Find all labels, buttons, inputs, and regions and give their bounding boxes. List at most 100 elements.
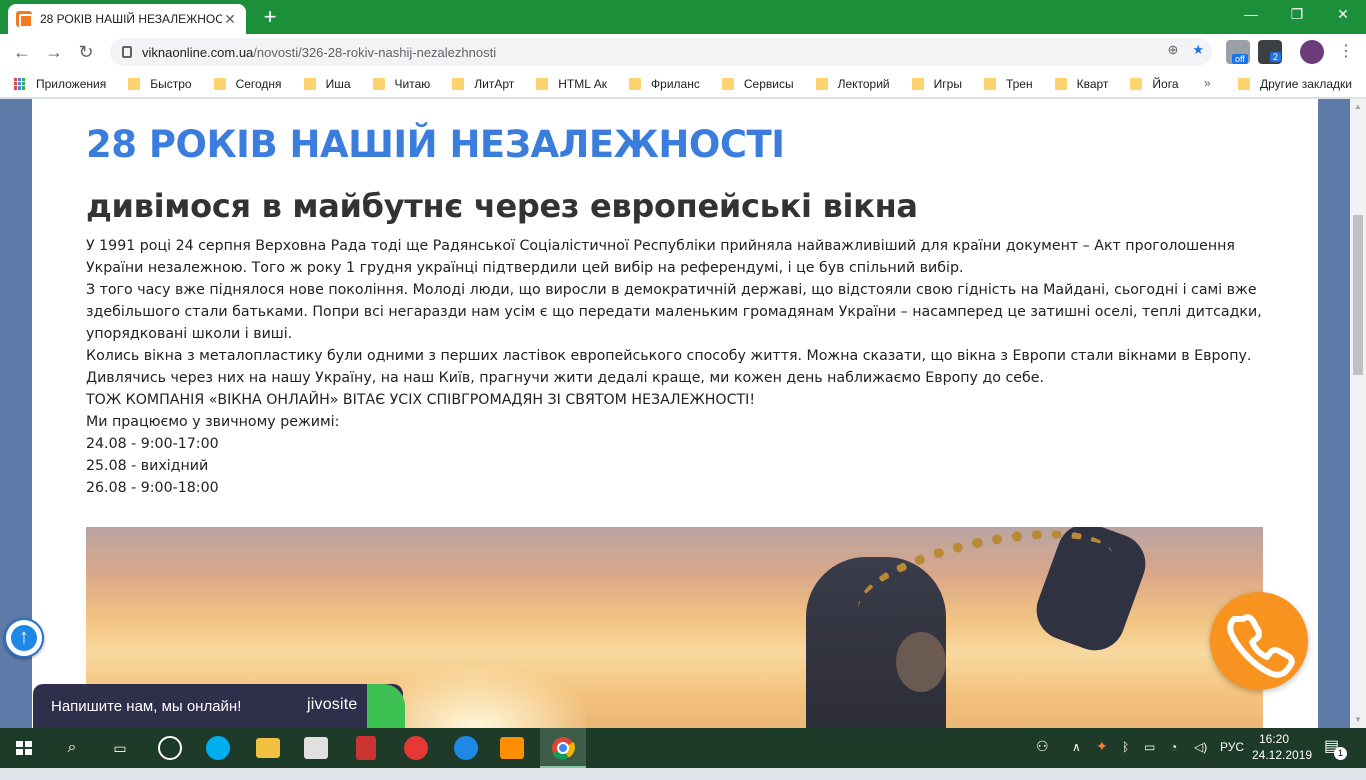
- article-paragraph: Ми працюємо у звичному режимі:: [86, 414, 340, 430]
- bookmark-folder[interactable]: Йога: [1130, 76, 1179, 91]
- browser-tab-strip: 28 РОКІВ НАШІЙ НЕЗАЛЕЖНОС ✕ + — ❐ ✕: [0, 0, 1366, 34]
- clock-time: 16:20: [1258, 732, 1290, 746]
- forward-button[interactable]: →: [40, 38, 68, 66]
- bookmark-label: Сегодня: [235, 76, 282, 91]
- bookmark-star-icon[interactable]: ★: [1192, 42, 1204, 58]
- edge-browser-icon[interactable]: [454, 736, 478, 760]
- bookmarks-bar: Приложения Быстро Сегодня Иша Читаю ЛитА…: [0, 70, 1366, 98]
- bookmark-folder[interactable]: Лекторий: [815, 76, 890, 91]
- bookmark-apps[interactable]: Приложения: [14, 77, 106, 91]
- bookmark-label: Читаю: [394, 76, 431, 91]
- scrollbar-thumb[interactable]: [1353, 215, 1363, 375]
- show-hidden-icons-chevron-icon[interactable]: ∧: [1072, 740, 1081, 780]
- folder-icon: [1130, 77, 1143, 90]
- folder-icon: [721, 77, 734, 90]
- bookmark-folder[interactable]: Кварт: [1054, 77, 1108, 91]
- bookmark-folder[interactable]: Фриланс: [629, 77, 700, 91]
- extension-off-badge: off: [1232, 54, 1248, 64]
- bookmark-label: Йога: [1152, 76, 1179, 91]
- bookmark-folder[interactable]: Сервисы: [721, 76, 794, 91]
- scroll-to-top-button[interactable]: ↑: [4, 618, 44, 658]
- windows-start-icon[interactable]: [10, 734, 38, 762]
- task-view-icon[interactable]: ▭: [106, 734, 134, 762]
- minimize-window-button[interactable]: —: [1228, 0, 1274, 30]
- bookmark-folder[interactable]: Быстро: [128, 77, 192, 91]
- article-title: 28 РОКІВ НАШІЙ НЕЗАЛЕЖНОСТІ: [86, 123, 785, 166]
- page-viewport: 28 РОКІВ НАШІЙ НЕЗАЛЕЖНОСТІ дивімося в м…: [0, 99, 1350, 728]
- file-explorer-icon[interactable]: [256, 738, 280, 758]
- skype-icon[interactable]: [206, 736, 230, 760]
- battery-icon[interactable]: ▭: [1144, 740, 1155, 780]
- bookmark-folder[interactable]: HTML Ак: [536, 77, 607, 91]
- clock-app-icon[interactable]: [158, 736, 182, 760]
- reload-button[interactable]: ↻: [72, 38, 100, 66]
- lock-icon: [122, 46, 132, 58]
- people-icon[interactable]: ⚇: [1036, 738, 1049, 778]
- bookmark-folder[interactable]: Иша: [303, 77, 351, 91]
- schedule-line: 25.08 - вихідний: [86, 458, 209, 474]
- store-icon[interactable]: [304, 737, 328, 759]
- chrome-icon: [552, 737, 575, 760]
- profile-avatar[interactable]: [1300, 40, 1324, 64]
- bookmark-folder[interactable]: Читаю: [372, 76, 431, 91]
- folder-icon: [213, 77, 226, 90]
- folder-icon: [1054, 77, 1067, 90]
- scroll-down-arrow-icon[interactable]: ▼: [1350, 712, 1366, 728]
- close-window-button[interactable]: ✕: [1320, 0, 1366, 30]
- address-bar[interactable]: viknaonline.com.ua/novosti/326-28-rokiv-…: [110, 38, 1212, 66]
- bookmark-folder[interactable]: Игры: [911, 76, 962, 91]
- zoom-icon[interactable]: ⊕: [1167, 42, 1178, 58]
- bookmark-label: Игры: [933, 76, 962, 91]
- extension-off-icon[interactable]: off: [1226, 40, 1250, 64]
- chrome-taskbar-button[interactable]: [540, 728, 586, 768]
- folder-icon: [128, 77, 141, 90]
- live-chat-widget[interactable]: Напишите нам, мы онлайн! jivosite: [33, 684, 405, 728]
- bluetooth-icon[interactable]: ᛒ: [1122, 740, 1129, 780]
- bookmark-folder[interactable]: Трен: [983, 77, 1033, 91]
- new-tab-button[interactable]: +: [258, 6, 282, 30]
- bookmark-label: Лекторий: [837, 76, 890, 91]
- browser-tab[interactable]: 28 РОКІВ НАШІЙ НЕЗАЛЕЖНОС ✕: [8, 4, 246, 34]
- bookmark-folder[interactable]: Сегодня: [213, 76, 282, 91]
- wifi-icon[interactable]: ◔: [1170, 740, 1177, 780]
- bookmark-label: Сервисы: [743, 76, 794, 91]
- schedule-line: 24.08 - 9:00-17:00: [86, 436, 219, 452]
- folder-icon: [1238, 78, 1250, 90]
- schedule-line: 26.08 - 9:00-18:00: [86, 480, 219, 496]
- bookmark-label: Фриланс: [651, 76, 700, 91]
- phone-icon: [1227, 614, 1295, 678]
- scroll-up-arrow-icon[interactable]: ▲: [1350, 99, 1366, 115]
- site-favicon-icon: [16, 11, 33, 28]
- url-host: viknaonline.com.ua: [142, 44, 254, 60]
- page-scrollbar[interactable]: ▲ ▼: [1350, 99, 1366, 728]
- document-app-icon[interactable]: [356, 736, 376, 760]
- folder-icon: [536, 77, 549, 90]
- bookmark-folder[interactable]: ЛитАрт: [452, 77, 514, 91]
- notification-count-badge: 1: [1334, 747, 1347, 760]
- folder-icon: [911, 77, 924, 90]
- bookmark-label: HTML Ак: [558, 76, 608, 91]
- volume-icon[interactable]: ◁): [1194, 740, 1207, 780]
- bookmark-label: ЛитАрт: [474, 76, 515, 91]
- callback-phone-button[interactable]: [1210, 592, 1308, 690]
- back-button[interactable]: ←: [8, 38, 36, 66]
- search-icon[interactable]: ⌕: [58, 734, 86, 762]
- other-bookmarks-folder[interactable]: Другие закладки: [1238, 77, 1352, 91]
- maximize-window-button[interactable]: ❐: [1274, 0, 1320, 30]
- avast-icon[interactable]: ✦: [1096, 738, 1108, 778]
- article-paragraph: Колись вікна з металопластику були одним…: [86, 348, 1252, 386]
- browser-menu-icon[interactable]: ⋮: [1332, 38, 1360, 66]
- jivosite-logo: jivosite: [307, 696, 358, 713]
- folder-icon: [452, 77, 465, 90]
- photo-statue-head: [896, 632, 946, 692]
- article-paragraph: З того часу вже піднялося нове покоління…: [86, 282, 1262, 342]
- windows-taskbar: ⌕ ▭ ⚇ ∧ ✦ ᛒ ▭ ◔ ◁) РУС 16:20 24.12.2019 …: [0, 728, 1366, 768]
- extension-count-icon[interactable]: 2: [1258, 40, 1282, 64]
- close-tab-icon[interactable]: ✕: [222, 11, 238, 28]
- system-clock[interactable]: 16:20 24.12.2019: [1252, 731, 1312, 763]
- s-app-icon[interactable]: [404, 736, 428, 760]
- bookmarks-overflow-button[interactable]: »: [1204, 76, 1211, 90]
- media-player-icon[interactable]: [500, 737, 524, 759]
- input-language-indicator[interactable]: РУС: [1220, 740, 1244, 780]
- folder-icon: [983, 77, 996, 90]
